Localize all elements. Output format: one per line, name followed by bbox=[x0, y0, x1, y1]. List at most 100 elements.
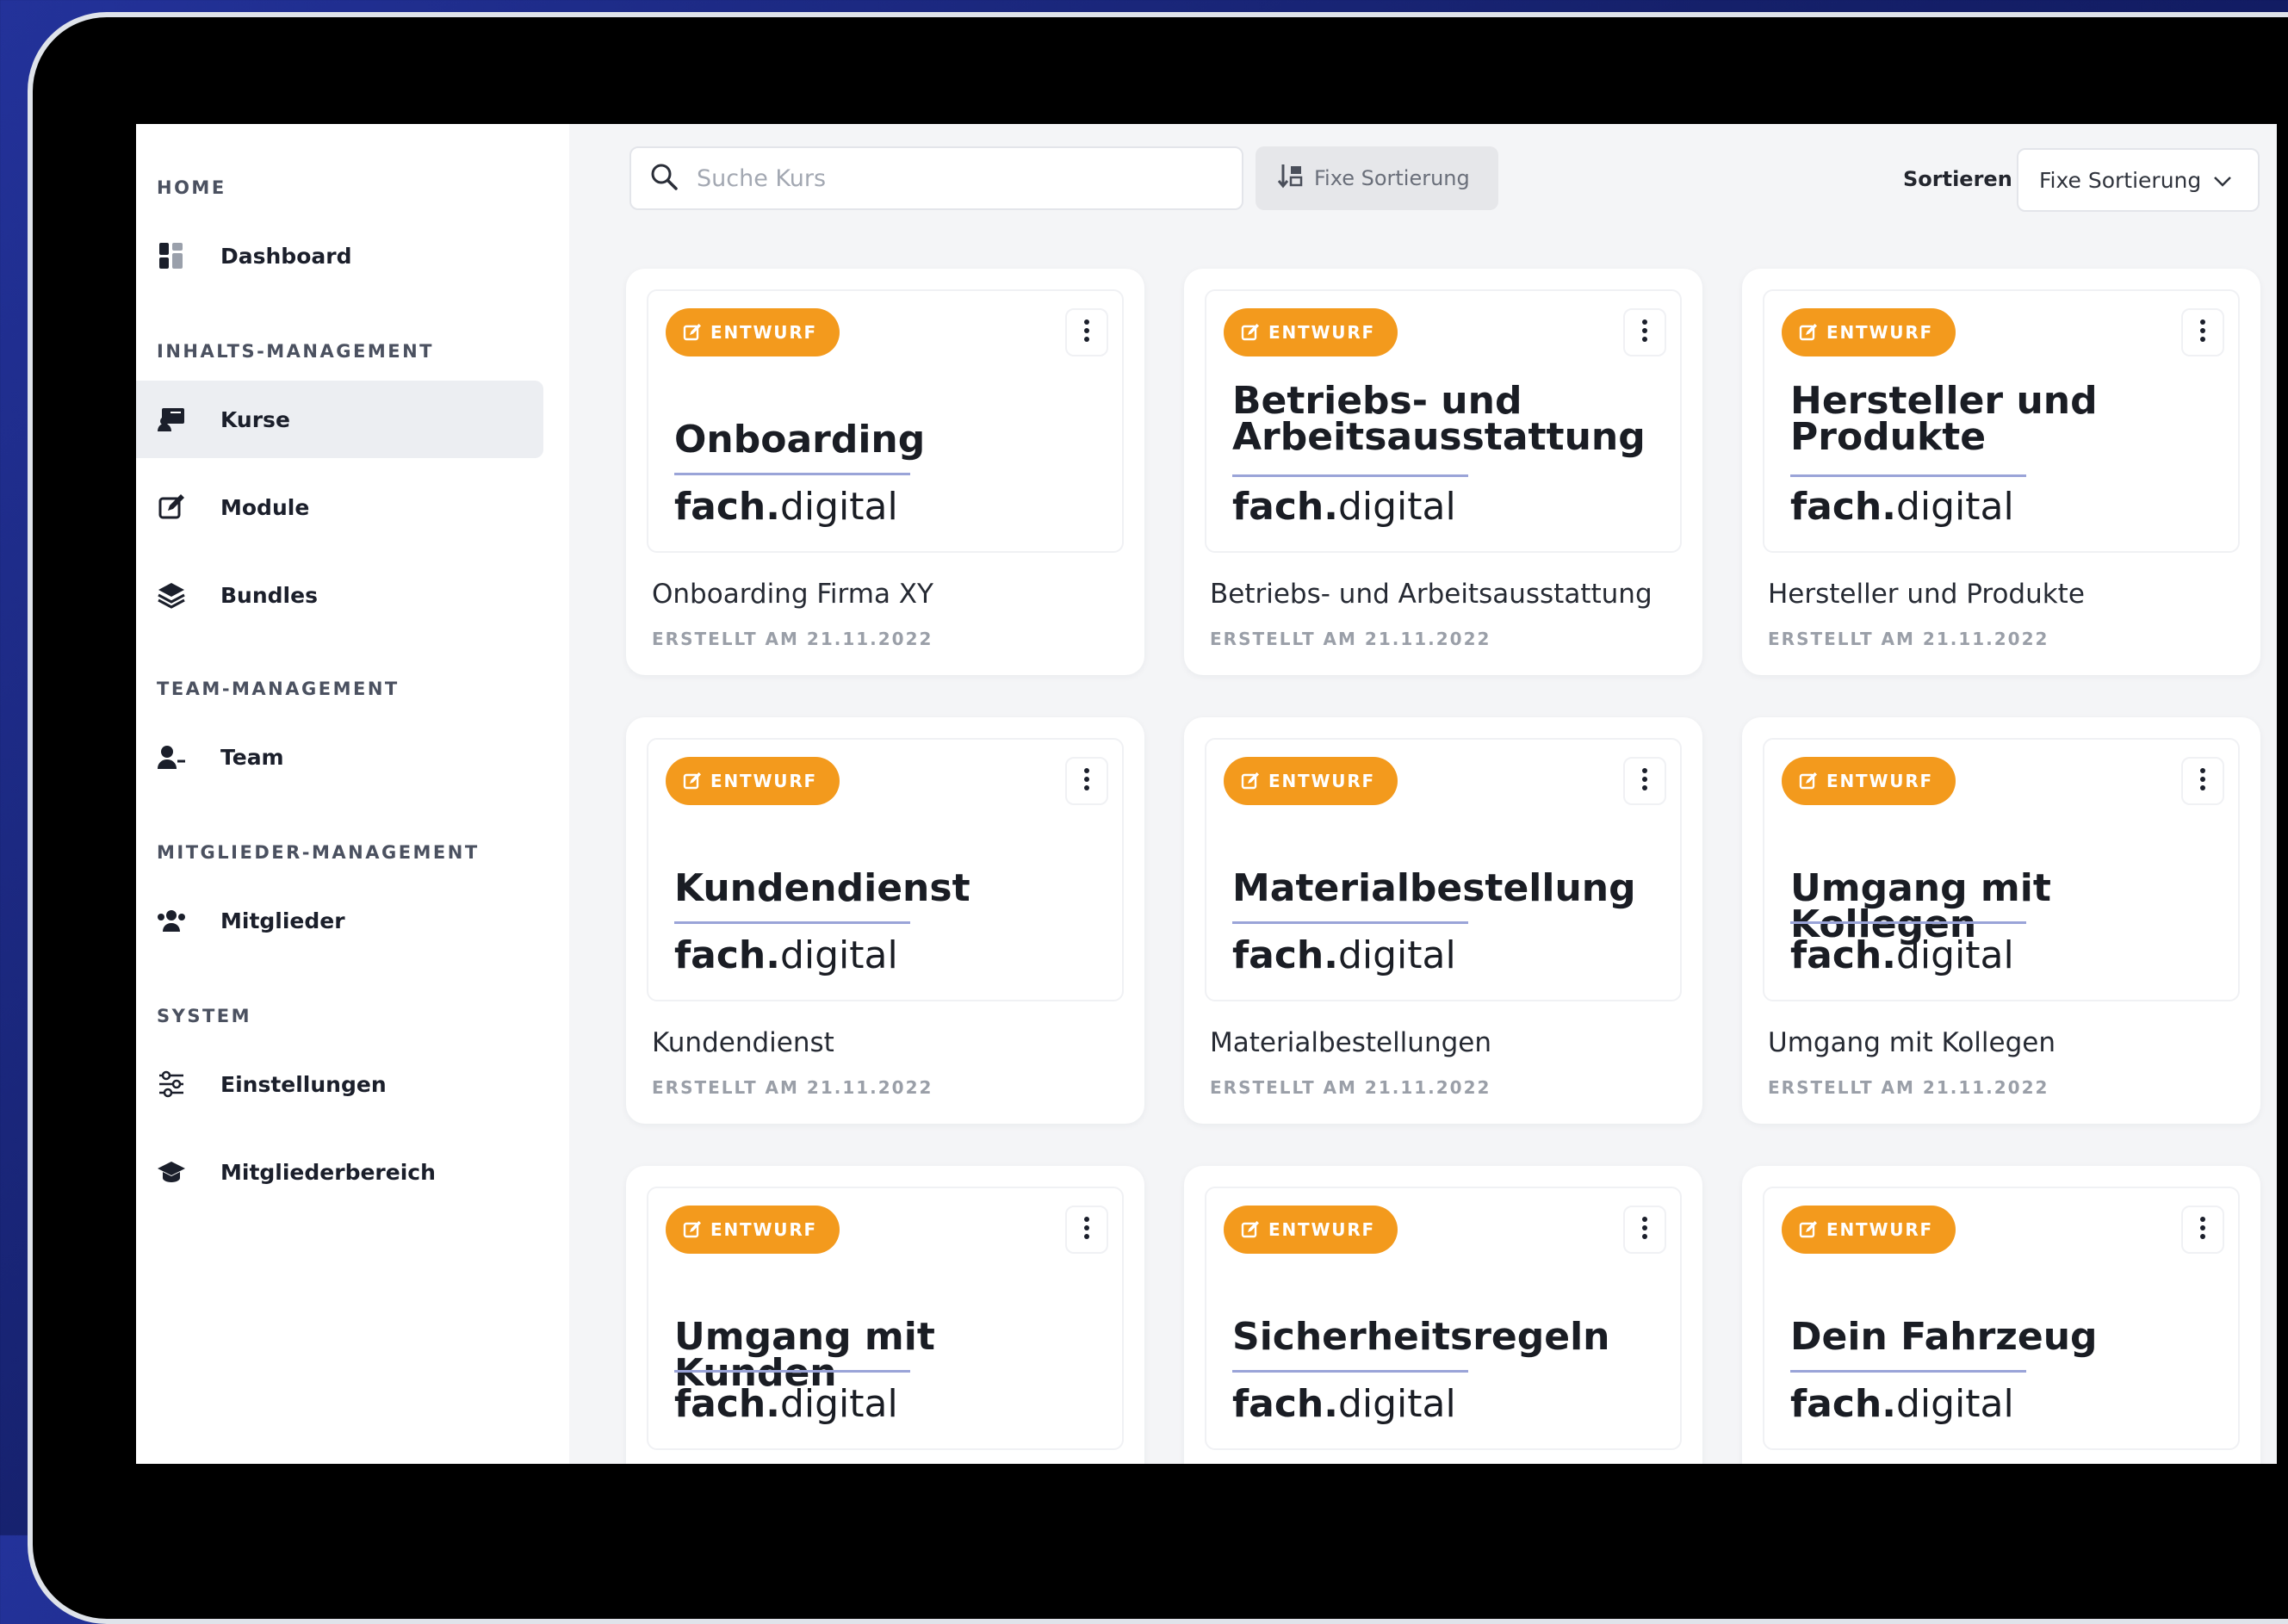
card-menu-button[interactable] bbox=[1065, 308, 1108, 356]
course-name: Materialbestellungen bbox=[1210, 1027, 1491, 1058]
course-title: Umgang mit Kollegen bbox=[1790, 866, 2051, 946]
more-vertical-icon bbox=[2199, 767, 2206, 795]
course-card[interactable]: ENTWURF Dein Fahrzeug fach.digital bbox=[1742, 1166, 2260, 1464]
course-title: Hersteller und Produkte bbox=[1790, 379, 2098, 459]
search-input[interactable] bbox=[695, 164, 1215, 193]
course-title: Materialbestellung bbox=[1232, 866, 1636, 910]
sidebar-item-label: Mitglieder bbox=[220, 908, 345, 933]
course-thumbnail[interactable]: ENTWURF Dein Fahrzeug fach.digital bbox=[1763, 1187, 2240, 1450]
sidebar-item-dashboard[interactable]: Dashboard bbox=[136, 217, 543, 294]
brand-logo: fach.digital bbox=[1790, 485, 2014, 529]
course-title: Onboarding bbox=[674, 418, 926, 462]
course-card[interactable]: ENTWURF Kundendienst fach.digital Kundendie… bbox=[626, 717, 1144, 1124]
course-card[interactable]: ENTWURF Materialbestellung fach.digital Mat… bbox=[1184, 717, 1702, 1124]
sidebar-item-kurse[interactable]: Kurse bbox=[136, 381, 543, 458]
search-box[interactable] bbox=[629, 146, 1243, 210]
course-title: Umgang mit Kunden bbox=[674, 1315, 935, 1395]
course-thumbnail[interactable]: ENTWURF Materialbestellung fach.digital bbox=[1205, 738, 1682, 1001]
course-card[interactable]: ENTWURF Umgang mit Kunden fach.digital bbox=[626, 1166, 1144, 1464]
sort-label: Sortieren bbox=[1903, 167, 2012, 191]
brand-logo-light: digital bbox=[1337, 485, 1456, 529]
more-vertical-icon bbox=[2199, 319, 2206, 346]
sidebar-item-label: Module bbox=[220, 494, 310, 520]
course-thumbnail[interactable]: ENTWURF Hersteller und Produkte fach.digit… bbox=[1763, 289, 2240, 553]
edit-icon bbox=[683, 1220, 702, 1239]
course-thumbnail[interactable]: ENTWURF Onboarding fach.digital bbox=[647, 289, 1124, 553]
brand-logo-light: digital bbox=[1337, 1382, 1456, 1426]
card-menu-button[interactable] bbox=[1623, 757, 1666, 805]
sidebar-item-bundles[interactable]: Bundles bbox=[136, 556, 543, 634]
course-card[interactable]: ENTWURF Sicherheitsregeln fach.digital bbox=[1184, 1166, 1702, 1464]
section-label-content: INHALTS-MANAGEMENT bbox=[157, 341, 434, 362]
brand-logo: fach.digital bbox=[674, 1382, 898, 1426]
course-card[interactable]: ENTWURF Umgang mit Kollegen fach.digital Um… bbox=[1742, 717, 2260, 1124]
course-card[interactable]: ENTWURF Hersteller und Produkte fach.digit… bbox=[1742, 269, 2260, 675]
brand-logo: fach.digital bbox=[1790, 1382, 2014, 1426]
status-badge-label: ENTWURF bbox=[1268, 322, 1376, 343]
title-underline bbox=[674, 1370, 910, 1373]
brand-logo: fach.digital bbox=[1232, 1382, 1456, 1426]
team-icon bbox=[157, 742, 186, 772]
status-badge-label: ENTWURF bbox=[1826, 771, 1934, 791]
course-card[interactable]: ENTWURF Onboarding fach.digital Onboarding … bbox=[626, 269, 1144, 675]
more-vertical-icon bbox=[1083, 1216, 1090, 1243]
card-menu-button[interactable] bbox=[1623, 308, 1666, 356]
course-thumbnail[interactable]: ENTWURF Kundendienst fach.digital bbox=[647, 738, 1124, 1001]
brand-logo: fach.digital bbox=[1232, 933, 1456, 977]
sidebar-item-team[interactable]: Team bbox=[136, 718, 543, 796]
course-created-date: ERSTELLT AM 21.11.2022 bbox=[652, 1077, 933, 1098]
status-badge: ENTWURF bbox=[666, 757, 840, 805]
edit-icon bbox=[683, 323, 702, 342]
course-thumbnail[interactable]: ENTWURF Sicherheitsregeln fach.digital bbox=[1205, 1187, 1682, 1450]
status-badge: ENTWURF bbox=[666, 1206, 840, 1254]
sidebar-item-mitgliederbereich[interactable]: Mitgliederbereich bbox=[136, 1133, 543, 1211]
sidebar-item-module[interactable]: Module bbox=[136, 468, 543, 546]
edit-icon bbox=[1799, 1220, 1818, 1239]
edit-icon bbox=[1241, 1220, 1260, 1239]
title-underline bbox=[1790, 1370, 2026, 1373]
edit-icon bbox=[1241, 772, 1260, 790]
members-icon bbox=[157, 906, 186, 935]
course-thumbnail[interactable]: ENTWURF Betriebs- und Arbeitsausstattung f… bbox=[1205, 289, 1682, 553]
brand-logo-bold: fach. bbox=[674, 485, 780, 529]
course-thumbnail[interactable]: ENTWURF Umgang mit Kunden fach.digital bbox=[647, 1187, 1124, 1450]
sidebar: HOME Dashboard INHALTS-MANAGEMENT Kurse … bbox=[136, 124, 569, 1464]
sidebar-item-label: Bundles bbox=[220, 582, 318, 608]
card-menu-button[interactable] bbox=[1623, 1206, 1666, 1254]
section-label-members: MITGLIEDER-MANAGEMENT bbox=[157, 842, 480, 863]
edit-icon bbox=[157, 493, 186, 522]
section-label-team: TEAM-MANAGEMENT bbox=[157, 679, 400, 699]
section-label-system: SYSTEM bbox=[157, 1006, 252, 1026]
course-name: Betriebs- und Arbeitsausstattung bbox=[1210, 579, 1652, 610]
fixed-sort-button[interactable]: Fixe Sortierung bbox=[1256, 146, 1498, 210]
card-menu-button[interactable] bbox=[2181, 757, 2224, 805]
status-badge: ENTWURF bbox=[1782, 308, 1956, 356]
card-menu-button[interactable] bbox=[1065, 1206, 1108, 1254]
course-card[interactable]: ENTWURF Betriebs- und Arbeitsausstattung f… bbox=[1184, 269, 1702, 675]
status-badge-label: ENTWURF bbox=[1826, 1219, 1934, 1240]
status-badge-label: ENTWURF bbox=[710, 771, 818, 791]
section-label-home: HOME bbox=[157, 177, 226, 198]
brand-logo-bold: fach. bbox=[1232, 485, 1338, 529]
course-thumbnail[interactable]: ENTWURF Umgang mit Kollegen fach.digital bbox=[1763, 738, 2240, 1001]
course-created-date: ERSTELLT AM 21.11.2022 bbox=[1768, 1077, 2049, 1098]
status-badge: ENTWURF bbox=[1782, 757, 1956, 805]
sidebar-item-label: Mitgliederbereich bbox=[220, 1159, 436, 1185]
sidebar-item-mitglieder[interactable]: Mitglieder bbox=[136, 882, 543, 959]
card-menu-button[interactable] bbox=[2181, 1206, 2224, 1254]
brand-logo-bold: fach. bbox=[1232, 1382, 1338, 1426]
sidebar-item-label: Team bbox=[220, 744, 284, 770]
brand-logo-bold: fach. bbox=[1790, 485, 1896, 529]
sidebar-item-einstellungen[interactable]: Einstellungen bbox=[136, 1045, 543, 1123]
more-vertical-icon bbox=[1641, 767, 1648, 795]
status-badge: ENTWURF bbox=[1224, 1206, 1398, 1254]
title-underline bbox=[674, 921, 910, 924]
search-icon bbox=[650, 163, 678, 194]
title-underline bbox=[1232, 1370, 1468, 1373]
card-menu-button[interactable] bbox=[1065, 757, 1108, 805]
sliders-icon bbox=[157, 1069, 186, 1099]
course-name: Umgang mit Kollegen bbox=[1768, 1027, 2056, 1058]
brand-logo: fach.digital bbox=[1790, 933, 2014, 977]
card-menu-button[interactable] bbox=[2181, 308, 2224, 356]
sort-select[interactable]: Fixe Sortierung bbox=[2017, 148, 2260, 212]
